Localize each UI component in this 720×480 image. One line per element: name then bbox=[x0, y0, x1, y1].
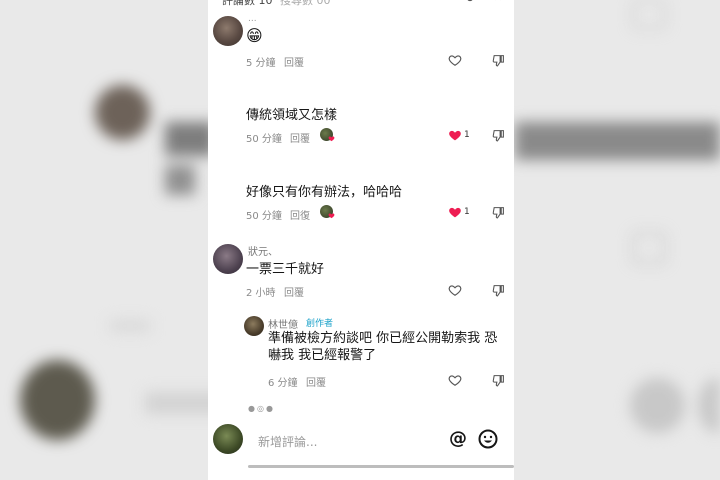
comment-3-creator-liked-avatar bbox=[320, 205, 335, 219]
comment-4-avatar[interactable] bbox=[213, 244, 243, 274]
comment-1-text: 😁 bbox=[246, 26, 263, 45]
comment-3-time: 50 分鐘 bbox=[246, 211, 282, 222]
home-indicator bbox=[248, 465, 514, 468]
mention-icon[interactable]: @ bbox=[449, 428, 467, 449]
bg-avatar-1 bbox=[95, 85, 150, 140]
composer-avatar[interactable] bbox=[213, 424, 243, 454]
comment-3-dislike-icon[interactable] bbox=[492, 206, 505, 219]
bg-heart-1 bbox=[632, 232, 666, 264]
comment-3-text: 好像只有你有辦法，哈哈哈 bbox=[246, 185, 403, 200]
comment-5-like-icon[interactable] bbox=[448, 373, 462, 387]
comment-4-like-icon[interactable] bbox=[448, 283, 462, 297]
comment-5-username[interactable]: 林世億 bbox=[268, 316, 298, 331]
comment-5-text: 準備被檢方約談吧 你已經公開勒索我 恐嚇我 我已經報警了 bbox=[268, 331, 498, 363]
comment-3-like-count: 1 bbox=[464, 207, 470, 217]
comment-2-text: 傳統領域又怎樣 bbox=[246, 108, 338, 123]
panel-header: 評論數 10 搜尋數 00 ✕ bbox=[208, 0, 514, 9]
comment-5-dislike-icon[interactable] bbox=[492, 374, 505, 387]
comment-2-like-count: 1 bbox=[464, 130, 470, 140]
comment-3-reply-button[interactable]: 回復 bbox=[290, 207, 310, 222]
quick-emoji-icon[interactable]: ●◎● bbox=[248, 404, 275, 413]
bg-circle-2 bbox=[698, 378, 720, 433]
comment-4-time: 2 小時 bbox=[246, 288, 276, 299]
comment-input[interactable]: 新增評論... bbox=[258, 433, 317, 450]
bg-avatar-2 bbox=[20, 360, 95, 440]
comment-2-creator-liked-avatar bbox=[320, 128, 335, 142]
comment-1-time: 5 分鐘 bbox=[246, 58, 276, 69]
filter-icon[interactable] bbox=[462, 0, 476, 9]
comment-1-dislike-icon[interactable] bbox=[492, 54, 505, 67]
comment-count: 評論數 10 bbox=[222, 0, 273, 7]
comment-2-reply-button[interactable]: 回覆 bbox=[290, 130, 310, 145]
comment-1-reply-button[interactable]: 回覆 bbox=[284, 54, 304, 69]
comment-5-avatar[interactable] bbox=[244, 316, 264, 336]
comment-4-dislike-icon[interactable] bbox=[492, 284, 505, 297]
comment-1-like-icon[interactable] bbox=[448, 53, 462, 67]
comment-4-username[interactable]: 狀元、 bbox=[248, 243, 278, 258]
bg-small-text bbox=[110, 320, 150, 332]
comment-4-text: 一票三千就好 bbox=[246, 262, 325, 277]
search-count: 搜尋數 00 bbox=[280, 0, 331, 7]
close-icon[interactable]: ✕ bbox=[493, 0, 503, 4]
comment-5-reply-button[interactable]: 回覆 bbox=[306, 374, 326, 389]
comments-panel: 評論數 10 搜尋數 00 ✕ ... 😁 5 分鐘 回覆 傳統領域又怎樣 50… bbox=[208, 0, 514, 480]
creator-badge: 創作者 bbox=[306, 319, 334, 329]
comment-3-like-icon[interactable] bbox=[448, 205, 462, 219]
bg-circle-1 bbox=[630, 378, 685, 433]
emoji-icon[interactable] bbox=[478, 429, 498, 449]
bg-text-line-2 bbox=[165, 165, 195, 195]
bg-heart-2 bbox=[632, 0, 666, 29]
comment-4-reply-button[interactable]: 回覆 bbox=[284, 284, 304, 299]
comment-2-dislike-icon[interactable] bbox=[492, 129, 505, 142]
comment-1-username[interactable]: ... bbox=[248, 14, 257, 24]
quick-emoji-row: ●◎● bbox=[248, 404, 275, 413]
bg-text-line-3 bbox=[515, 122, 720, 160]
comment-2-like-icon[interactable] bbox=[448, 128, 462, 142]
comment-2-time: 50 分鐘 bbox=[246, 134, 282, 145]
comment-1-avatar[interactable] bbox=[213, 16, 243, 46]
comment-5-time: 6 分鐘 bbox=[268, 378, 298, 389]
